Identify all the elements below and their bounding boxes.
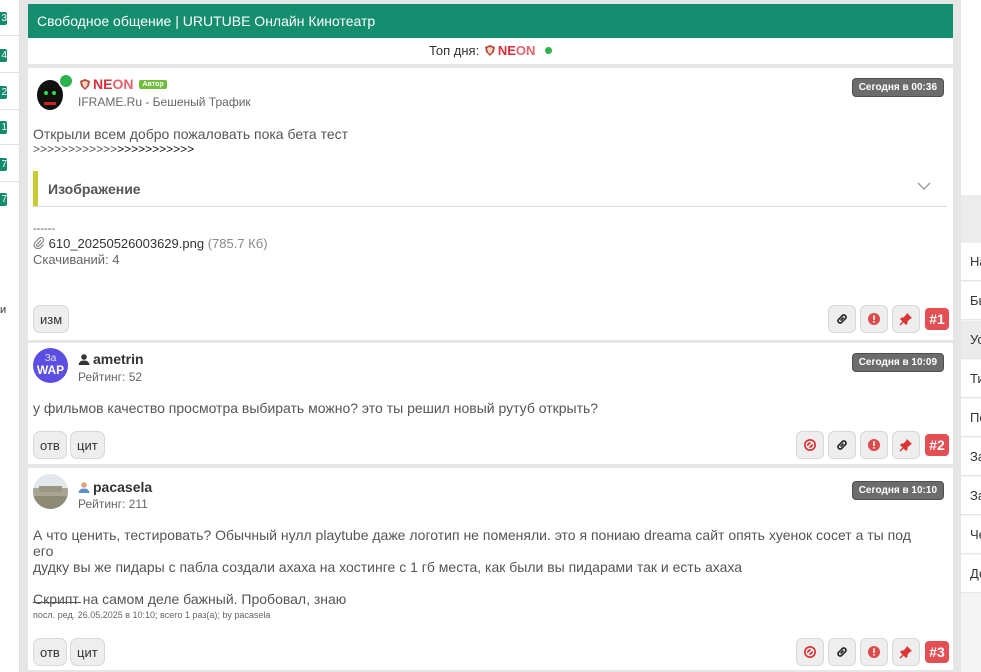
- post-author[interactable]: pacasela: [78, 479, 152, 495]
- online-indicator: [545, 47, 553, 54]
- left-text-fragment: и: [0, 304, 7, 316]
- paperclip-icon: [33, 236, 45, 250]
- avatar[interactable]: [33, 474, 68, 509]
- attachment-size: (785.7 Кб): [207, 236, 268, 251]
- pin-button[interactable]: [892, 305, 920, 333]
- report-button[interactable]: [860, 431, 888, 459]
- post-text: Открыли всем добро пожаловать пока бета …: [33, 126, 349, 156]
- attachment-block: ------ 610_20250526003629.png (785.7 Кб)…: [33, 224, 933, 268]
- post-time: Сегодня в 00:36: [851, 78, 944, 97]
- top-user-nick[interactable]: NEON: [498, 43, 536, 58]
- pushpin-icon: [899, 313, 912, 326]
- post-time: Сегодня в 10:09: [851, 353, 944, 372]
- author-subtitle: IFRAME.Ru - Бешеный Трафик: [78, 95, 251, 109]
- top-day-label: Топ дня:: [428, 43, 480, 58]
- link-icon: [837, 440, 847, 450]
- link-button[interactable]: [828, 305, 856, 333]
- post-number[interactable]: #2: [925, 434, 949, 456]
- top-of-day: Топ дня: NEON: [28, 38, 953, 64]
- link-icon: [837, 647, 847, 657]
- alert-icon: [868, 646, 880, 658]
- download-count: Скачиваний: 4: [33, 252, 120, 267]
- right-nav-item[interactable]: До: [961, 555, 981, 593]
- forum-post: NEON Автор IFRAME.Ru - Бешеный Трафик Сег…: [28, 68, 953, 340]
- left-count-badge[interactable]: 2: [0, 86, 7, 99]
- pushpin-icon: [899, 646, 912, 659]
- shield-icon: [80, 79, 90, 90]
- link-button[interactable]: [828, 638, 856, 666]
- reply-button[interactable]: отв: [33, 431, 67, 459]
- author-rating: Рейтинг: 211: [78, 497, 148, 511]
- pushpin-icon: [899, 439, 912, 452]
- right-nav-item[interactable]: За: [961, 438, 981, 476]
- post-number[interactable]: #3: [925, 641, 949, 663]
- report-button[interactable]: [860, 305, 888, 333]
- reply-button[interactable]: отв: [33, 638, 67, 666]
- forum-post: pacasela Рейтинг: 211 Сегодня в 10:10 А …: [28, 468, 953, 670]
- left-count-badge[interactable]: 7: [0, 158, 7, 171]
- post-text: А что ценить, тестировать? Обычный нулл …: [33, 527, 911, 607]
- spoiler-accent: [33, 171, 38, 206]
- post-author[interactable]: ametrin: [78, 351, 144, 367]
- left-count-badge[interactable]: 3: [0, 12, 7, 25]
- link-button[interactable]: [828, 431, 856, 459]
- block-button[interactable]: [796, 431, 824, 459]
- left-divider: [0, 109, 19, 110]
- left-divider: [0, 72, 19, 73]
- spoiler-block[interactable]: Изображение: [33, 171, 947, 207]
- forum-thread: Свободное общение | URUTUBE Онлайн Кинот…: [28, 4, 953, 670]
- link-icon: [837, 314, 847, 324]
- right-nav-item[interactable]: Бы: [961, 282, 981, 320]
- left-panel: 3 4 2 1 7 7 и: [0, 0, 20, 672]
- alert-icon: [868, 313, 880, 325]
- author-badge: Автор: [139, 80, 167, 89]
- right-nav-item[interactable]: Ти: [961, 360, 981, 398]
- left-divider: [0, 35, 19, 36]
- pin-button[interactable]: [892, 638, 920, 666]
- right-panel-header: [961, 195, 981, 242]
- attachment-link[interactable]: 610_20250526003629.png: [49, 236, 204, 251]
- right-nav-item[interactable]: По: [961, 399, 981, 437]
- left-count-badge[interactable]: 4: [0, 49, 7, 62]
- user-icon: [78, 482, 90, 493]
- avatar[interactable]: За WAP: [33, 348, 68, 383]
- quote-button[interactable]: цит: [70, 638, 105, 666]
- right-panel-top: [961, 0, 981, 195]
- right-nav-item[interactable]: Че: [961, 516, 981, 554]
- post-number[interactable]: #1: [925, 308, 949, 330]
- forum-post: За WAP ametrin Рейтинг: 52 Сегодня в 10:…: [28, 343, 953, 464]
- thread-title: Свободное общение | URUTUBE Онлайн Кинот…: [28, 4, 953, 38]
- edit-divider: [33, 602, 81, 603]
- report-button[interactable]: [860, 638, 888, 666]
- post-time: Сегодня в 10:10: [851, 481, 944, 500]
- alert-icon: [868, 439, 880, 451]
- left-divider: [0, 181, 19, 182]
- block-button[interactable]: [796, 638, 824, 666]
- edit-note: посл. ред. 26.05.2025 в 10:10; всего 1 р…: [33, 610, 271, 620]
- author-rating: Рейтинг: 52: [78, 370, 143, 384]
- edit-button[interactable]: изм: [33, 305, 70, 333]
- block-icon: [804, 646, 816, 658]
- shield-icon: [484, 45, 495, 56]
- post-author[interactable]: NEON Автор: [78, 76, 167, 92]
- user-icon: [78, 354, 90, 365]
- right-nav-item[interactable]: На: [961, 243, 981, 281]
- spoiler-title: Изображение: [48, 181, 141, 197]
- pin-button[interactable]: [892, 431, 920, 459]
- right-nav-item-active[interactable]: Ус: [961, 321, 981, 359]
- quote-button[interactable]: цит: [70, 431, 105, 459]
- online-indicator: [58, 73, 74, 89]
- right-nav-item[interactable]: За: [961, 477, 981, 515]
- left-count-badge[interactable]: 7: [0, 193, 7, 206]
- post-text: у фильмов качество просмотра выбирать мо…: [33, 400, 599, 416]
- left-divider: [0, 144, 19, 145]
- chevron-down-icon[interactable]: [917, 179, 931, 193]
- block-icon: [804, 439, 816, 451]
- left-count-badge[interactable]: 1: [0, 121, 7, 134]
